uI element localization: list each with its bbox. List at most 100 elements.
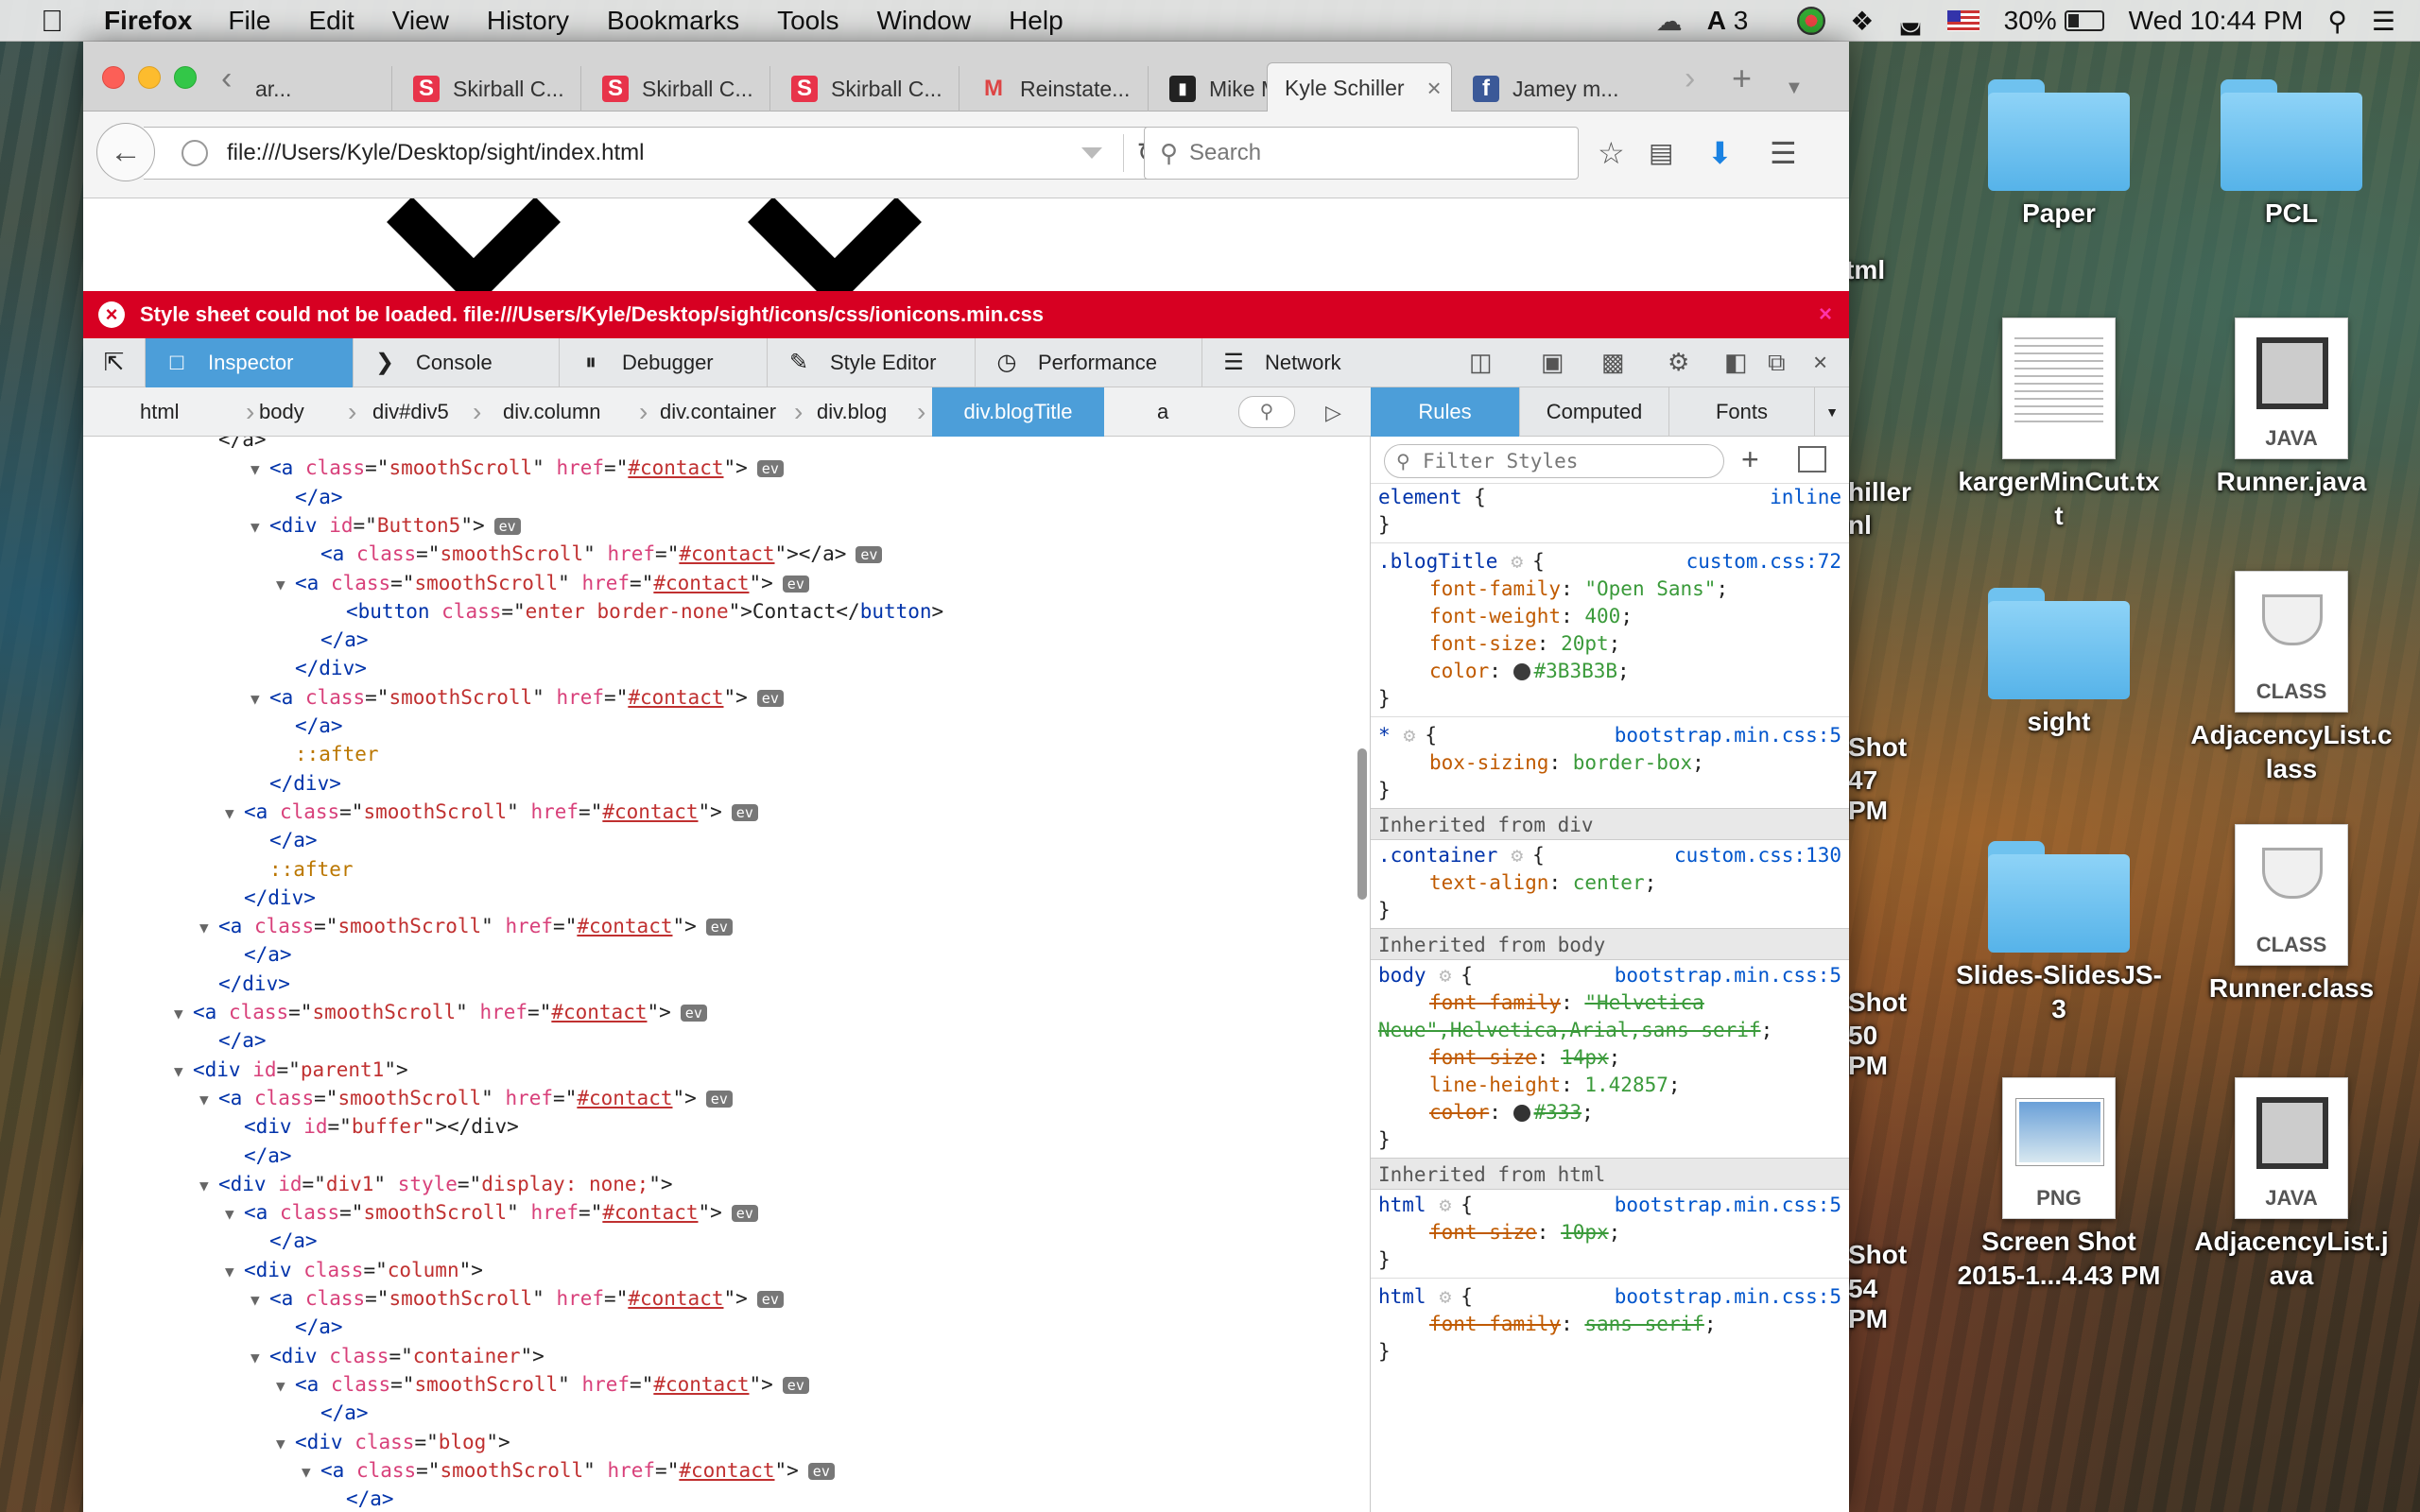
markup-line[interactable]: ::after [276,740,379,768]
css-property[interactable]: font-family: "Helvetica [1371,989,1849,1017]
expand-twisty-icon[interactable]: ▼ [276,571,295,599]
markup-line[interactable]: </a> [302,626,369,654]
desktop-icon-runner-class[interactable]: CLASS Runner.class [2187,824,2395,1005]
markup-line[interactable]: ▼ <a class="smoothScroll" href="#contact"… [302,1456,835,1485]
crumb-container[interactable]: div.container [660,387,776,437]
wifi-icon[interactable]: ◛ [1898,7,1922,36]
markup-line[interactable]: </a> [251,1227,318,1255]
markup-line[interactable]: ▼ <div class="column"> [225,1256,483,1284]
rule-selector-line[interactable]: * ⚙ {bootstrap.min.css:5 [1371,722,1849,749]
tab-network[interactable]: ☰ Network [1202,338,1407,387]
desktop-icon-kargermincut[interactable]: kargerMinCut.txt [1955,318,2163,533]
event-badge[interactable]: ev [756,689,784,707]
rule-close-brace[interactable]: } [1371,511,1849,539]
tab-console[interactable]: ❯ Console [354,337,560,387]
menu-help[interactable]: Help [1009,6,1063,36]
desktop-partial-label[interactable]: 54 PM [1848,1274,1924,1334]
sidebar-dropdown-icon[interactable]: ▼ [1815,387,1849,437]
back-button[interactable]: ← [96,123,155,181]
expand-twisty-icon[interactable]: ▼ [276,1372,295,1400]
rule-options-icon[interactable]: ⚙ [1511,550,1523,573]
download-icon[interactable]: ⬇ [1707,134,1733,172]
property-value[interactable]: 14px [1561,1046,1609,1069]
menu-app-firefox[interactable]: Firefox [104,6,192,36]
desktop-partial-label[interactable]: nl [1848,510,1905,541]
css-property[interactable]: color: #3B3B3B; [1371,658,1849,685]
desktop-icon-sight[interactable]: sight [1955,588,2163,739]
event-badge[interactable]: ev [705,919,733,936]
tab-scroll-left-icon[interactable]: ‹ [221,62,232,94]
markup-line[interactable]: </a> [276,483,343,511]
markup-line[interactable]: </a> [251,826,318,854]
menu-edit[interactable]: Edit [308,6,354,36]
rule-selector-line[interactable]: body ⚙ {bootstrap.min.css:5 [1371,962,1849,989]
responsive-mode-icon[interactable]: ◫ [1469,348,1493,377]
property-name[interactable]: text-align [1371,871,1548,894]
markup-line[interactable]: <button class="enter border-none">Contac… [327,597,943,626]
property-name[interactable]: font-size [1371,1046,1537,1069]
devtools-close-icon[interactable]: × [1813,348,1827,377]
expand-twisty-icon[interactable]: ▼ [225,1258,244,1286]
notification-center-icon[interactable]: ☰ [2372,6,2395,37]
markup-line[interactable]: ▼ <a class="smoothScroll" href="#contact"… [225,798,758,826]
crumb-div5[interactable]: div#div5 [372,387,449,437]
markup-line[interactable]: ▼ <div class="container"> [251,1342,544,1370]
undock-icon[interactable]: ⧉ [1768,348,1786,378]
dropbox-icon[interactable]: ❖ [1850,6,1874,37]
battery-percent[interactable]: 30% [2004,6,2057,36]
markup-line[interactable]: <a class="smoothScroll" href="#contact">… [302,540,883,568]
markup-line[interactable]: <div id="buffer"></div> [225,1112,519,1141]
markup-line[interactable]: </a> [225,940,292,969]
property-value[interactable]: 20pt [1561,632,1609,655]
rule-selector-line[interactable]: .container ⚙ {custom.css:130 [1371,842,1849,869]
apple-icon[interactable]:  [36,5,68,37]
tab-skirball-2[interactable]: S Skirball C... [580,66,769,112]
css-property[interactable]: font-size: 10px; [1371,1219,1849,1246]
battery-icon[interactable] [2064,10,2104,31]
markup-line[interactable]: </div> [199,970,290,998]
menu-view[interactable]: View [392,6,449,36]
css-property[interactable]: box-sizing: border-box; [1371,749,1849,777]
tab-scroll-right-icon[interactable]: › [1685,62,1695,94]
menu-tools[interactable]: Tools [777,6,838,36]
expand-twisty-icon[interactable]: ▼ [199,1172,218,1200]
tab-skirball-1[interactable]: S Skirball C... [391,66,580,112]
tab-kyle-schiller[interactable]: Kyle Schiller × [1267,62,1452,112]
property-value[interactable]: Neue",Helvetica,Arial,sans-serif [1371,1019,1761,1041]
desktop-partial-label[interactable]: Shot [1848,988,1914,1018]
css-property[interactable]: line-height: 1.42857; [1371,1072,1849,1099]
property-name[interactable]: line-height [1371,1074,1561,1096]
spotlight-icon[interactable]: ⚲ [2327,6,2347,37]
expand-twisty-icon[interactable]: ▼ [302,1458,320,1486]
rule-options-icon[interactable]: ⚙ [1511,844,1523,867]
rule-source-link[interactable]: bootstrap.min.css:5 [1615,1192,1841,1219]
bookmark-star-icon[interactable]: ☆ [1598,134,1625,172]
property-value[interactable]: 400 [1584,605,1620,627]
markup-scrollbar[interactable] [1357,748,1367,900]
markup-line[interactable]: ▼ <div id="parent1"> [174,1056,408,1084]
desktop-partial-label[interactable]: hiller [1848,477,1914,507]
property-value[interactable]: center [1573,871,1645,894]
event-badge[interactable]: ev [680,1005,707,1022]
markup-line[interactable]: </div> [276,654,367,682]
tab-performance[interactable]: ◷ Performance [976,337,1202,387]
event-badge[interactable]: ev [782,575,809,593]
desktop-partial-label[interactable]: 50 PM [1848,1021,1924,1081]
markup-line[interactable]: </a> [327,1485,394,1512]
property-name[interactable]: font-size [1371,1221,1537,1244]
dock-side-icon[interactable]: ◧ [1724,348,1748,377]
property-name[interactable]: box-sizing [1371,751,1548,774]
markup-line[interactable]: ▼ <a class="smoothScroll" href="#contact"… [251,1284,784,1313]
markup-view[interactable]: </a> ▼ <a class="smoothScroll" href="#cont… [83,437,1371,1512]
color-swatch[interactable] [1512,663,1530,680]
event-badge[interactable]: ev [782,1376,809,1394]
window-zoom-button[interactable] [174,66,197,89]
rule-close-brace[interactable]: } [1371,1338,1849,1366]
reading-list-icon[interactable]: ▤ [1649,134,1673,172]
tab-computed[interactable]: Computed [1520,387,1669,437]
tab-skirball-3[interactable]: S Skirball C... [769,66,959,112]
sidebar-toggle-icon[interactable]: ▷ [1325,401,1341,425]
event-badge[interactable]: ev [493,517,521,535]
markup-search-icon[interactable]: ⚲ [1238,396,1295,428]
expand-twisty-icon[interactable]: ▼ [174,1057,193,1086]
